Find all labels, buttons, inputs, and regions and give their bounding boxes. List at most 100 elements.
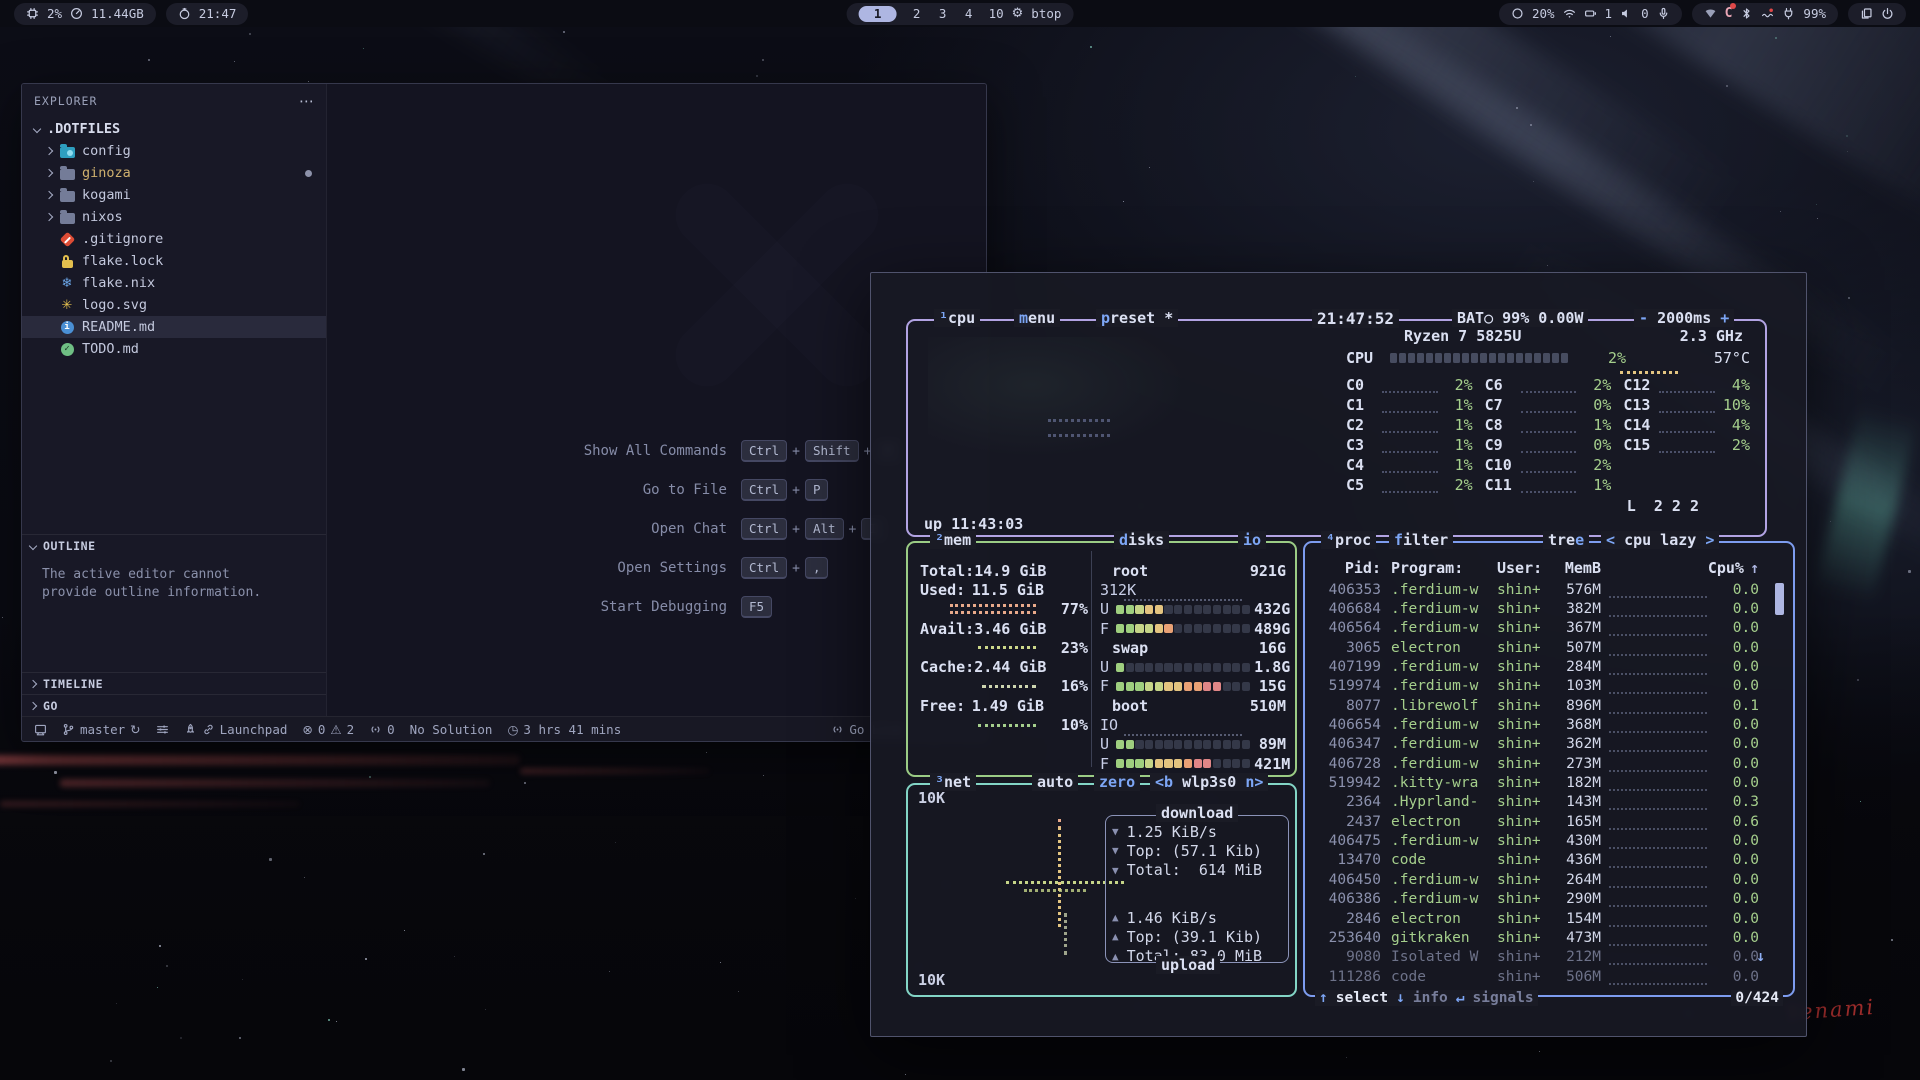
gauge-block — [1213, 682, 1221, 691]
process-cpu: 0.0 — [1715, 678, 1759, 694]
disk-value: 89M — [1259, 735, 1286, 753]
program-column-header[interactable]: Program: — [1391, 559, 1491, 577]
process-row[interactable]: 519942 .kitty-wra shin+ 182M 0.0 — [1317, 773, 1759, 792]
problems-item[interactable]: ⊗ 0 ⚠ 2 — [302, 722, 354, 737]
process-row[interactable]: 406353 .ferdium-w shin+ 576M 0.0 — [1317, 580, 1759, 599]
process-pid: 253640 — [1317, 930, 1381, 946]
mouse-tray-icon[interactable] — [1761, 7, 1774, 20]
select-down-icon[interactable]: ↓ — [1392, 990, 1409, 1006]
process-row[interactable]: 2437 electron shin+ 165M 0.6 — [1317, 812, 1759, 831]
workspace-button[interactable]: 1 — [859, 6, 897, 22]
process-row[interactable]: 2364 .Hyprland- shin+ 143M 0.3 — [1317, 793, 1759, 812]
battery-percent: 99% — [1803, 6, 1826, 21]
process-row[interactable]: 406386 .ferdium-w shin+ 290M 0.0 — [1317, 890, 1759, 909]
file-icon — [59, 253, 75, 269]
file-row[interactable]: ginoza — [22, 162, 326, 184]
process-row[interactable]: 9080 Isolated W shin+ 212M 0.0 — [1317, 948, 1759, 967]
workspace-button[interactable]: 2 — [911, 6, 923, 21]
process-row[interactable]: 3065 electron shin+ 507M 0.0 — [1317, 638, 1759, 657]
power-icon[interactable] — [1881, 7, 1894, 20]
process-row[interactable]: 253640 gitkraken shin+ 473M 0.0 — [1317, 928, 1759, 947]
process-mem: 290M — [1555, 891, 1601, 907]
process-row[interactable]: 406450 .ferdium-w shin+ 264M 0.0 — [1317, 870, 1759, 889]
microphone-icon[interactable] — [1657, 7, 1670, 20]
io-toggle[interactable]: io — [1238, 531, 1266, 549]
workspace-button[interactable]: 4 — [963, 6, 975, 21]
process-row[interactable]: 406684 .ferdium-w shin+ 382M 0.0 — [1317, 599, 1759, 618]
file-row[interactable]: .gitignore — [22, 228, 326, 250]
disk-gauge — [1116, 759, 1250, 768]
network-tray-icon[interactable] — [1704, 7, 1717, 20]
process-pid: 2437 — [1317, 814, 1381, 830]
remote-indicator[interactable] — [34, 723, 47, 736]
refresh-interval-control[interactable]: - 2000ms + — [1634, 309, 1734, 327]
sort-selector[interactable]: < cpu lazy > — [1601, 531, 1719, 549]
go-section-header[interactable]: GO — [22, 694, 326, 717]
file-row[interactable]: TODO.md — [22, 338, 326, 360]
launchpad-item[interactable]: Launchpad — [184, 722, 288, 737]
core-percent: 4% — [1720, 376, 1750, 394]
tree-toggle[interactable]: tree — [1543, 531, 1589, 549]
git-branch-item[interactable]: master ↻ — [62, 722, 141, 737]
process-name: .ferdium-w — [1391, 620, 1491, 636]
outline-section-header[interactable]: OUTLINE — [22, 534, 326, 557]
solution-item[interactable]: No Solution — [410, 722, 493, 737]
file-row[interactable]: logo.svg — [22, 294, 326, 316]
core-row: C13 10% — [1623, 395, 1750, 415]
file-row[interactable]: README.md — [22, 316, 326, 338]
pid-column-header[interactable]: Pid: — [1317, 559, 1381, 577]
net-interface-switch[interactable]: <b wlp3s0 n> — [1150, 773, 1268, 791]
file-row[interactable]: kogami — [22, 184, 326, 206]
signals-button[interactable]: signals — [1469, 990, 1538, 1006]
process-user: shin+ — [1497, 620, 1555, 636]
menu-button[interactable]: menu — [1014, 309, 1060, 327]
file-row[interactable]: config — [22, 140, 326, 162]
select-button[interactable]: select — [1332, 990, 1392, 1006]
clipboard-icon[interactable] — [1860, 7, 1873, 20]
cpu-column-header[interactable]: Cpu% — [1700, 559, 1744, 577]
bluetooth-icon[interactable] — [1740, 7, 1753, 20]
file-row[interactable]: flake.nix — [22, 272, 326, 294]
filter-button[interactable]: filter — [1389, 531, 1453, 549]
file-name: TODO.md — [82, 341, 139, 357]
process-row[interactable]: 406654 .ferdium-w shin+ 368M 0.0 — [1317, 715, 1759, 734]
core-name: C7 — [1485, 396, 1521, 414]
app-tray-icon[interactable]: C — [1725, 6, 1733, 21]
process-row[interactable]: 111286 code shin+ 506M 0.0 — [1317, 967, 1759, 986]
workspace-button[interactable]: 10 — [989, 6, 1004, 21]
info-button[interactable]: info — [1409, 990, 1452, 1006]
mem-column-header[interactable]: MemB — [1555, 559, 1601, 577]
preset-button[interactable]: preset * — [1096, 309, 1178, 327]
process-row[interactable]: 406347 .ferdium-w shin+ 362M 0.0 — [1317, 735, 1759, 754]
process-cpu-meter — [1609, 665, 1707, 675]
speaker-icon[interactable] — [1620, 7, 1633, 20]
timeline-section-header[interactable]: TIMELINE — [22, 672, 326, 695]
ports-item[interactable]: 0 — [369, 722, 395, 737]
scroll-down-icon[interactable]: ↓ — [1756, 947, 1765, 965]
proc-header[interactable]: Pid: Program: User: MemB Cpu% ↑ — [1317, 559, 1759, 577]
worktime-item[interactable]: ◷ 3 hrs 41 mins — [507, 722, 621, 737]
process-row[interactable]: 407199 .ferdium-w shin+ 284M 0.0 — [1317, 657, 1759, 676]
user-column-header[interactable]: User: — [1497, 559, 1555, 577]
net-auto-toggle[interactable]: auto — [1032, 773, 1078, 791]
file-row[interactable]: flake.lock — [22, 250, 326, 272]
proc-scrollbar[interactable] — [1775, 583, 1784, 615]
select-up-icon[interactable]: ↑ — [1315, 990, 1332, 1006]
tweaks-item[interactable] — [156, 723, 169, 736]
process-cpu-meter — [1609, 858, 1707, 868]
project-root-label: .DOTFILES — [47, 121, 120, 137]
disks-toggle[interactable]: disks — [1114, 531, 1169, 549]
workspace-button[interactable]: 3 — [937, 6, 949, 21]
process-row[interactable]: 406475 .ferdium-w shin+ 430M 0.0 — [1317, 831, 1759, 850]
more-actions-icon[interactable]: ⋯ — [299, 92, 314, 110]
process-row[interactable]: 519974 .ferdium-w shin+ 103M 0.0 — [1317, 677, 1759, 696]
process-row[interactable]: 406728 .ferdium-w shin+ 273M 0.0 — [1317, 754, 1759, 773]
file-row[interactable]: nixos — [22, 206, 326, 228]
process-row[interactable]: 2846 electron shin+ 154M 0.0 — [1317, 909, 1759, 928]
project-root-row[interactable]: .DOTFILES — [22, 118, 326, 140]
net-zero-toggle[interactable]: zero — [1094, 773, 1140, 791]
gauge-block — [1480, 353, 1487, 363]
process-row[interactable]: 406564 .ferdium-w shin+ 367M 0.0 — [1317, 619, 1759, 638]
process-row[interactable]: 8077 .librewolf shin+ 896M 0.1 — [1317, 696, 1759, 715]
process-row[interactable]: 13470 code shin+ 436M 0.0 — [1317, 851, 1759, 870]
